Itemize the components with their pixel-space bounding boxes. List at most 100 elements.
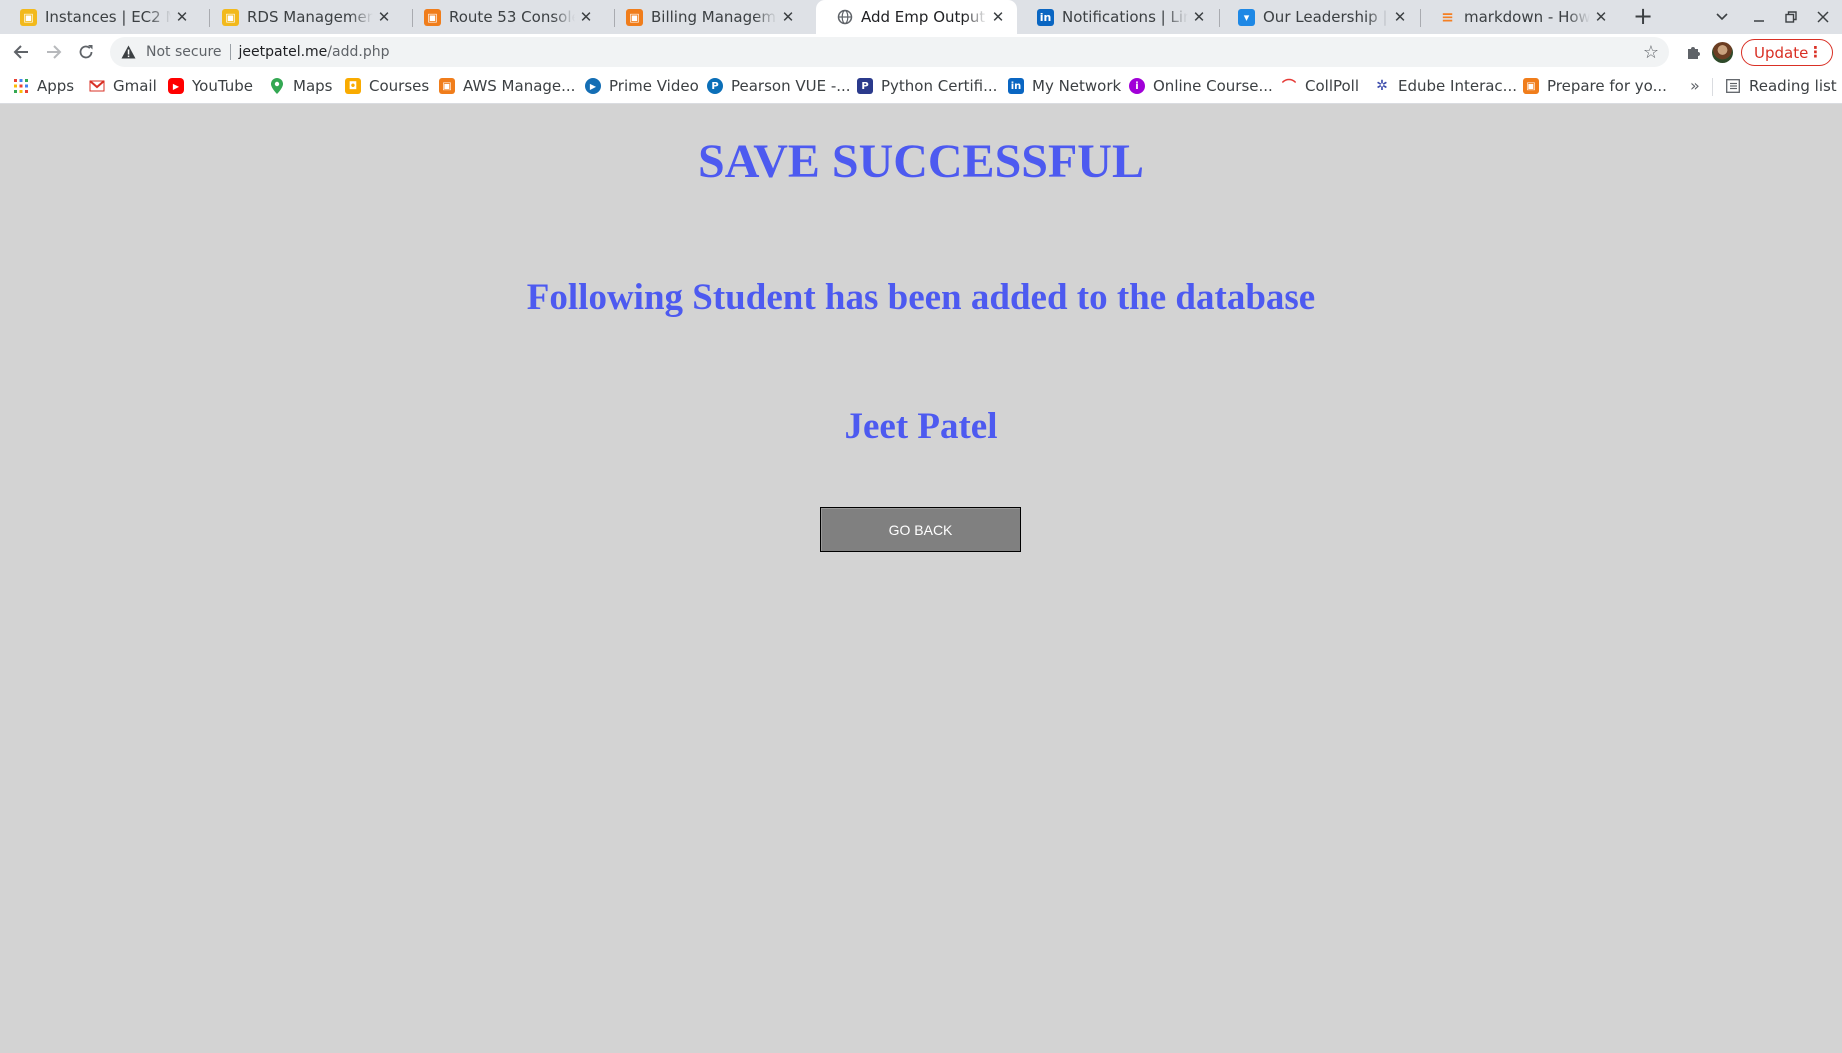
tab-title: Billing Management Console [651, 8, 777, 26]
aws-cube-yellow-icon: ▣ [222, 8, 239, 26]
aws-cube-orange-icon: ▣ [1523, 78, 1539, 94]
tab-title: markdown - How to [1464, 8, 1590, 26]
prime-video-icon: ▶ [585, 78, 601, 94]
url-host: jeetpatel.me [238, 44, 328, 60]
bookmarks-overflow-chevron-icon[interactable]: » [1690, 70, 1700, 102]
bookmark-online-course[interactable]: i Online Course... [1129, 70, 1273, 102]
page-content: SAVE SUCCESSFUL Following Student has be… [0, 104, 1842, 1053]
tab-title: Notifications | LinkedIn [1062, 8, 1188, 26]
new-tab-button[interactable]: + [1630, 4, 1656, 30]
close-icon[interactable]: ✕ [987, 6, 1009, 28]
bookmark-courses[interactable]: ◘ Courses [345, 70, 429, 102]
close-icon[interactable]: ✕ [373, 6, 395, 28]
back-arrow-icon[interactable] [7, 38, 35, 66]
bookmark-label: AWS Manage... [463, 77, 576, 95]
close-icon[interactable]: ✕ [1188, 6, 1210, 28]
edube-icon: ✲ [1376, 78, 1388, 94]
reading-list-icon [1725, 78, 1741, 94]
bookmark-prime-video[interactable]: ▶ Prime Video [585, 70, 699, 102]
aws-cube-orange-icon: ▣ [424, 8, 441, 26]
menu-dots-icon: ⋮ [1808, 43, 1823, 61]
bookmark-aws-manage[interactable]: ▣ AWS Manage... [439, 70, 575, 102]
divider [1712, 78, 1713, 96]
bookmark-label: My Network [1032, 77, 1122, 95]
aws-cube-yellow-icon: ▣ [20, 8, 37, 26]
tab-title: Add Emp Output [861, 8, 986, 26]
pearson-icon: P [707, 78, 723, 94]
bookmarks-bar: Apps Gmail ▶ YouTube Maps ◘ Courses ▣ AW… [0, 70, 1842, 104]
bookmark-label: YouTube [192, 77, 253, 95]
go-back-button[interactable]: GO BACK [820, 507, 1021, 552]
online-course-icon: i [1129, 78, 1145, 94]
reload-icon[interactable] [72, 38, 100, 66]
tab-rds[interactable]: ▣ RDS Management Console ✕ [202, 0, 403, 34]
browser-toolbar: Not secure jeetpatel.me/add.php ☆ Update… [0, 34, 1842, 70]
url-path: /add.php [327, 44, 390, 60]
bookmark-label: Courses [369, 77, 430, 95]
collpoll-icon: ⌒ [1282, 79, 1296, 95]
bookmark-gmail[interactable]: Gmail [89, 70, 157, 102]
reading-list[interactable]: Reading list [1725, 70, 1837, 102]
globe-icon [836, 9, 853, 26]
bookmark-python-cert[interactable]: P Python Certifi... [857, 70, 997, 102]
close-window-icon[interactable] [1807, 0, 1839, 34]
bookmark-label: Maps [293, 77, 333, 95]
security-label[interactable]: Not secure [146, 44, 222, 60]
divider [229, 44, 231, 60]
tab-title: Instances | EC2 Management Console [45, 8, 171, 26]
bookmark-youtube[interactable]: ▶ YouTube [168, 70, 253, 102]
tab-ec2[interactable]: ▣ Instances | EC2 Management Console ✕ [0, 0, 201, 34]
bookmark-collpoll[interactable]: ⌒ CollPoll [1281, 70, 1359, 102]
linkedin-icon: in [1008, 78, 1024, 94]
close-icon[interactable]: ✕ [171, 6, 193, 28]
close-icon[interactable]: ✕ [1389, 6, 1411, 28]
bookmark-label: Prepare for yo... [1547, 77, 1667, 95]
bookmark-label: Edube Interac... [1398, 77, 1517, 95]
tab-title: Route 53 Console [449, 8, 575, 26]
tab-route53[interactable]: ▣ Route 53 Console ✕ [404, 0, 605, 34]
student-name: Jeet Patel [844, 406, 998, 447]
bookmark-my-network[interactable]: in My Network [1008, 70, 1121, 102]
aws-cube-orange-icon: ▣ [439, 78, 455, 94]
bookmark-label: CollPoll [1305, 77, 1360, 95]
bookmark-label: Prime Video [609, 77, 699, 95]
bookmark-label: Online Course... [1153, 77, 1273, 95]
update-label: Update [1754, 43, 1809, 62]
bookmark-label: Gmail [113, 77, 157, 95]
courses-icon: ◘ [345, 78, 361, 94]
address-bar[interactable]: Not secure jeetpatel.me/add.php ☆ [110, 37, 1669, 67]
aws-cube-orange-icon: ▣ [626, 8, 643, 26]
close-icon[interactable]: ✕ [777, 6, 799, 28]
bookmark-prepare[interactable]: ▣ Prepare for yo... [1523, 70, 1667, 102]
bookmark-edube[interactable]: ✲ Edube Interac... [1374, 70, 1517, 102]
apps-grid-icon [13, 78, 29, 94]
tab-stackoverflow[interactable]: ≡ markdown - How to ✕ [1419, 0, 1620, 34]
bookmark-label: Apps [37, 77, 75, 95]
restore-icon[interactable] [1775, 0, 1807, 34]
tab-strip: ▣ Instances | EC2 Management Console ✕ ▣… [0, 0, 1842, 34]
close-icon[interactable]: ✕ [575, 6, 597, 28]
forward-arrow-icon[interactable] [40, 38, 68, 66]
tab-title: RDS Management Console [247, 8, 373, 26]
bookmark-pearson-vue[interactable]: P Pearson VUE -... [707, 70, 851, 102]
maps-icon [269, 78, 285, 94]
tab-linkedin[interactable]: in Notifications | LinkedIn ✕ [1017, 0, 1218, 34]
tab-add-emp-output[interactable]: Add Emp Output ✕ [816, 0, 1017, 34]
reading-list-label: Reading list [1749, 77, 1837, 95]
bookmark-label: Pearson VUE -... [731, 77, 851, 95]
minimize-icon[interactable] [1743, 0, 1775, 34]
bookmark-label: Python Certifi... [881, 77, 998, 95]
tab-billing[interactable]: ▣ Billing Management Console ✕ [606, 0, 807, 34]
update-button[interactable]: Update ⋮ [1741, 39, 1833, 66]
close-icon[interactable]: ✕ [1590, 6, 1612, 28]
bookmark-star-icon[interactable]: ☆ [1643, 42, 1659, 63]
tab-veritas[interactable]: ▾ Our Leadership | Veritas ✕ [1218, 0, 1419, 34]
profile-avatar[interactable] [1712, 42, 1733, 63]
youtube-icon: ▶ [168, 78, 184, 94]
tab-search-chevron-icon[interactable] [1706, 0, 1738, 34]
bookmark-maps[interactable]: Maps [269, 70, 332, 102]
tab-title: Our Leadership | Veritas [1263, 8, 1389, 26]
warning-triangle-icon[interactable] [120, 44, 136, 60]
extensions-puzzle-icon[interactable] [1683, 41, 1705, 63]
bookmark-apps[interactable]: Apps [13, 70, 74, 102]
